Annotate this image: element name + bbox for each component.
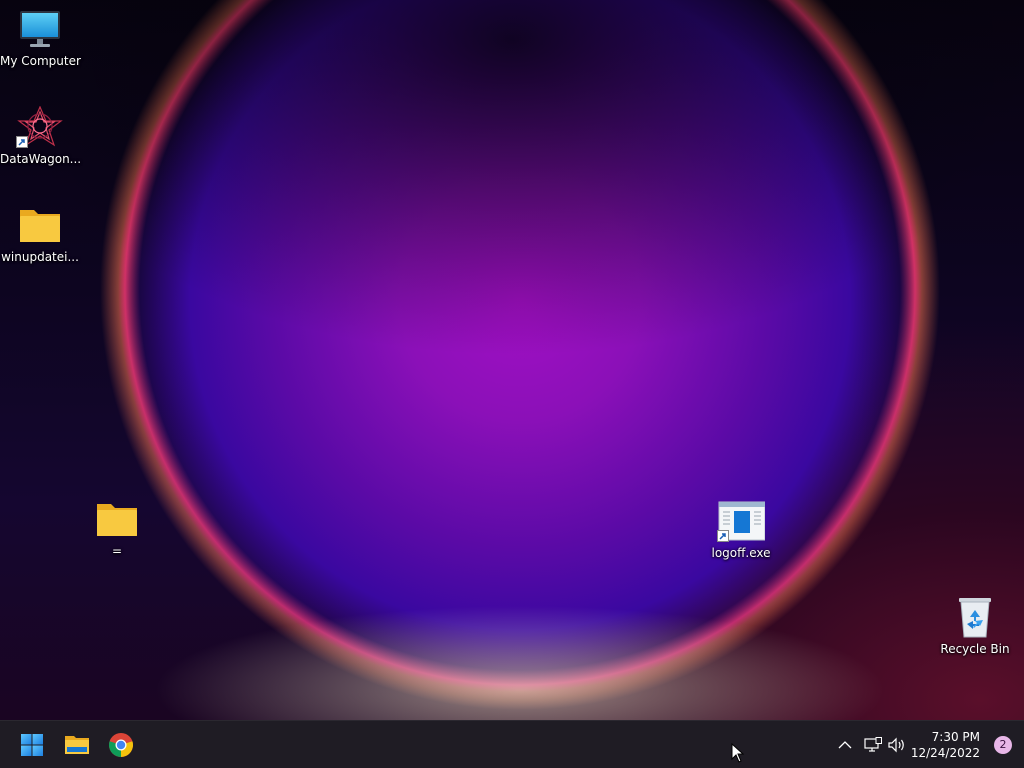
desktop-icon-my-computer[interactable]: My Computer (0, 8, 81, 68)
windows-start-icon (21, 734, 43, 756)
desktop-icon-winupdate-folder[interactable]: winupdatei... (0, 204, 80, 264)
desktop-icon-label: My Computer (0, 54, 81, 68)
desktop-icon-label: winupdatei... (1, 250, 79, 264)
clock-date: 12/24/2022 (910, 746, 980, 760)
chrome-taskbar-button[interactable] (101, 725, 141, 765)
recycle-bin-icon (951, 596, 999, 638)
chevron-up-icon (838, 741, 852, 749)
volume-button[interactable] (886, 733, 908, 757)
network-icon (864, 737, 882, 752)
start-button[interactable] (12, 725, 52, 765)
exe-app-icon (717, 500, 766, 542)
file-explorer-taskbar-button[interactable] (57, 725, 97, 765)
file-explorer-icon (65, 736, 89, 754)
desktop-icon-datawagon[interactable]: DataWagon... (0, 105, 82, 166)
chrome-icon (108, 733, 134, 757)
taskbar: 7:30 PM 12/24/2022 2 (0, 720, 1024, 768)
desktop-icon-label: DataWagon... (0, 152, 82, 166)
shortcut-arrow-icon (16, 136, 28, 148)
network-button[interactable] (862, 733, 884, 757)
monitor-icon (16, 8, 64, 50)
desktop-icon-equals-folder[interactable]: = (77, 498, 157, 558)
mouse-pointer-icon (731, 743, 745, 763)
show-hidden-icons-button[interactable] (835, 733, 855, 757)
system-clock[interactable]: 7:30 PM 12/24/2022 (911, 729, 980, 761)
desktop[interactable]: My Computer DataWagon... winupdatei... =… (0, 0, 1024, 720)
volume-icon (888, 737, 904, 753)
clock-time: 7:30 PM (931, 730, 980, 744)
desktop-icon-logoff-exe[interactable]: logoff.exe (701, 500, 781, 560)
folder-icon (16, 204, 64, 246)
folder-icon (93, 498, 141, 540)
wallpaper-shade (0, 0, 1024, 720)
notification-badge[interactable]: 2 (994, 736, 1012, 754)
desktop-icon-recycle-bin[interactable]: Recycle Bin (935, 596, 1015, 656)
desktop-icon-label: logoff.exe (711, 546, 771, 560)
shortcut-arrow-icon (717, 530, 729, 542)
desktop-icon-label: Recycle Bin (940, 642, 1010, 656)
desktop-icon-label: = (111, 544, 123, 558)
datawagon-app-icon (16, 105, 64, 148)
